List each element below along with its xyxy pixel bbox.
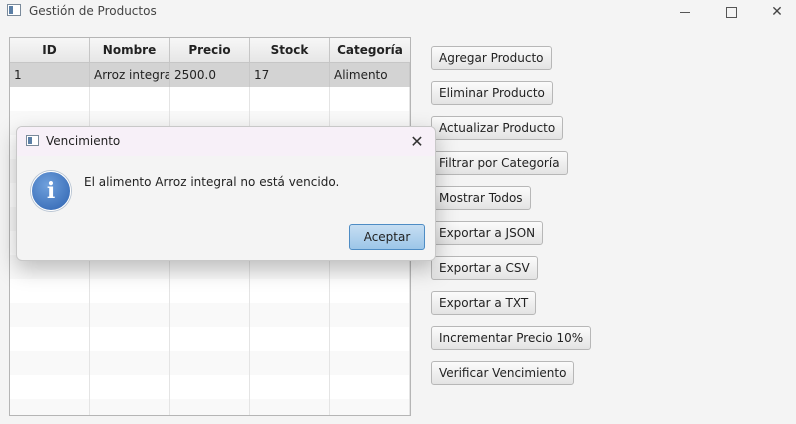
table-cell-empty	[330, 399, 410, 415]
table-cell-empty	[330, 375, 410, 399]
table-cell-empty	[250, 351, 330, 375]
table-cell-empty	[330, 279, 410, 303]
table-cell-empty	[330, 87, 410, 111]
table-cell-empty	[170, 327, 250, 351]
dialog-close-button[interactable]: ✕	[407, 131, 427, 151]
delete-product-button[interactable]: Eliminar Producto	[431, 81, 553, 105]
table-cell-empty	[10, 87, 90, 111]
info-icon: i	[31, 171, 71, 211]
table-cell-empty	[250, 87, 330, 111]
table-cell-empty	[10, 351, 90, 375]
table-row-empty[interactable]	[10, 303, 410, 327]
window-titlebar: Gestión de Productos ✕	[0, 0, 796, 24]
maximize-icon	[725, 6, 737, 18]
table-cell-empty	[90, 399, 170, 415]
cell-stock: 17	[250, 63, 330, 87]
minimize-icon	[680, 11, 690, 13]
table-cell-empty	[90, 279, 170, 303]
table-cell-empty	[250, 399, 330, 415]
table-cell-empty	[90, 303, 170, 327]
export-txt-button[interactable]: Exportar a TXT	[431, 291, 537, 315]
table-cell-empty	[170, 87, 250, 111]
table-cell-empty	[170, 399, 250, 415]
table-cell-empty	[170, 375, 250, 399]
table-row-empty[interactable]	[10, 327, 410, 351]
close-icon: ✕	[410, 131, 424, 151]
table-row-empty[interactable]	[10, 351, 410, 375]
close-icon: ✕	[771, 4, 783, 20]
table-cell-empty	[90, 375, 170, 399]
table-cell-empty	[90, 351, 170, 375]
table-cell-empty	[10, 327, 90, 351]
table-cell-empty	[10, 375, 90, 399]
app-window-icon	[7, 4, 21, 16]
close-button[interactable]: ✕	[754, 0, 796, 24]
expiration-dialog: Vencimiento ✕ i El alimento Arroz integr…	[16, 126, 436, 261]
dialog-message: El alimento Arroz integral no está venci…	[84, 175, 340, 189]
table-cell-empty	[10, 303, 90, 327]
window-title: Gestión de Productos	[29, 4, 157, 18]
column-header-id[interactable]: ID	[10, 38, 90, 62]
dialog-title: Vencimiento	[46, 134, 121, 148]
export-json-button[interactable]: Exportar a JSON	[431, 221, 544, 245]
table-cell-empty	[90, 327, 170, 351]
table-cell-empty	[170, 303, 250, 327]
add-product-button[interactable]: Agregar Producto	[431, 46, 552, 70]
table-cell-empty	[250, 303, 330, 327]
minimize-button[interactable]	[662, 0, 708, 24]
table-cell-empty	[90, 87, 170, 111]
column-header-stock[interactable]: Stock	[250, 38, 330, 62]
column-header-nombre[interactable]: Nombre	[90, 38, 170, 62]
cell-nombre: Arroz integral	[90, 63, 170, 87]
check-expiration-button[interactable]: Verificar Vencimiento	[431, 361, 575, 385]
table-cell-empty	[10, 279, 90, 303]
filter-category-button[interactable]: Filtrar por Categoría	[431, 151, 568, 175]
dialog-window-icon	[26, 135, 39, 146]
table-row-empty[interactable]	[10, 87, 410, 111]
table-cell-empty	[250, 375, 330, 399]
table-row[interactable]: 1 Arroz integral 2500.0 17 Alimento	[10, 63, 410, 87]
table-cell-empty	[250, 279, 330, 303]
export-csv-button[interactable]: Exportar a CSV	[431, 256, 538, 280]
cell-id: 1	[10, 63, 90, 87]
ok-button[interactable]: Aceptar	[349, 224, 425, 250]
table-row-empty[interactable]	[10, 399, 410, 415]
cell-precio: 2500.0	[170, 63, 250, 87]
table-header: ID Nombre Precio Stock Categoría	[10, 38, 410, 63]
column-header-categoria[interactable]: Categoría	[330, 38, 410, 62]
table-cell-empty	[330, 327, 410, 351]
table-row-empty[interactable]	[10, 279, 410, 303]
table-cell-empty	[10, 399, 90, 415]
maximize-button[interactable]	[708, 0, 754, 24]
update-product-button[interactable]: Actualizar Producto	[431, 116, 564, 140]
dialog-titlebar: Vencimiento ✕	[17, 127, 435, 156]
column-header-precio[interactable]: Precio	[170, 38, 250, 62]
table-cell-empty	[330, 351, 410, 375]
table-cell-empty	[330, 303, 410, 327]
show-all-button[interactable]: Mostrar Todos	[431, 186, 531, 210]
table-cell-empty	[170, 351, 250, 375]
cell-categoria: Alimento	[330, 63, 410, 87]
increase-price-button[interactable]: Incrementar Precio 10%	[431, 326, 592, 350]
table-cell-empty	[250, 327, 330, 351]
table-cell-empty	[170, 279, 250, 303]
table-row-empty[interactable]	[10, 375, 410, 399]
